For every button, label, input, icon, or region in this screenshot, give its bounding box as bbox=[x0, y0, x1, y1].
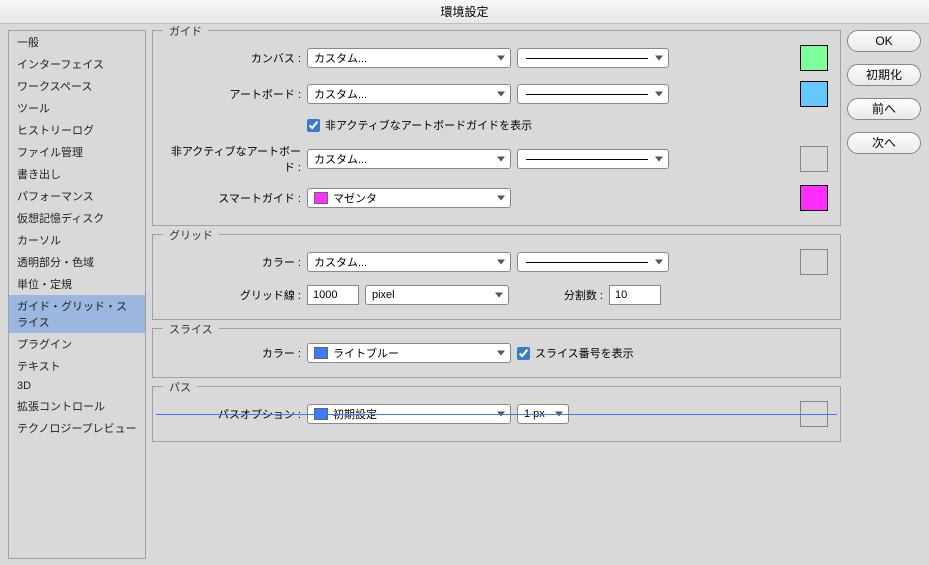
show-inactive-checkbox[interactable]: 非アクティブなアートボードガイドを表示 bbox=[307, 117, 532, 133]
canvas-label: カンバス : bbox=[165, 50, 301, 66]
artboard-label: アートボード : bbox=[165, 86, 301, 102]
slice-group: スライス カラー : ライトブルー スライス番号を表示 bbox=[152, 328, 841, 378]
artboard-style-select[interactable] bbox=[517, 84, 669, 104]
inactive-style-select[interactable] bbox=[517, 149, 669, 169]
guides-group: ガイド カンバス : カスタム... アートボード : カスタム... 非アクテ… bbox=[152, 30, 841, 226]
grid-color-select[interactable]: カスタム... bbox=[307, 252, 511, 272]
sidebar-item[interactable]: 3D bbox=[9, 377, 145, 395]
inactive-artboard-select[interactable]: カスタム... bbox=[307, 149, 511, 169]
sidebar-item[interactable]: インターフェイス bbox=[9, 53, 145, 75]
guides-legend: ガイド bbox=[163, 24, 208, 39]
path-swatch[interactable] bbox=[800, 401, 828, 427]
gridline-label: グリッド線 : bbox=[165, 287, 301, 303]
sidebar-item[interactable]: ファイル管理 bbox=[9, 141, 145, 163]
main-panel: ガイド カンバス : カスタム... アートボード : カスタム... 非アクテ… bbox=[150, 24, 845, 565]
smart-guide-label: スマートガイド : bbox=[165, 190, 301, 206]
gridline-input[interactable] bbox=[307, 285, 359, 305]
subdivision-input[interactable] bbox=[609, 285, 661, 305]
canvas-swatch[interactable] bbox=[800, 45, 828, 71]
inactive-swatch[interactable] bbox=[800, 146, 828, 172]
sidebar-item[interactable]: カーソル bbox=[9, 229, 145, 251]
sidebar-item[interactable]: パフォーマンス bbox=[9, 185, 145, 207]
canvas-select[interactable]: カスタム... bbox=[307, 48, 511, 68]
gridline-unit-select[interactable]: pixel bbox=[365, 285, 509, 305]
sidebar-item[interactable]: ガイド・グリッド・スライス bbox=[9, 295, 145, 333]
canvas-style-select[interactable] bbox=[517, 48, 669, 68]
sidebar-item[interactable]: プラグイン bbox=[9, 333, 145, 355]
sidebar-item[interactable]: ワークスペース bbox=[9, 75, 145, 97]
sidebar-item[interactable]: テクノロジープレビュー bbox=[9, 417, 145, 439]
dialog-buttons: OK 初期化 前へ 次へ bbox=[845, 24, 929, 565]
grid-color-label: カラー : bbox=[165, 254, 301, 270]
sidebar-item[interactable]: テキスト bbox=[9, 355, 145, 377]
grid-legend: グリッド bbox=[163, 227, 219, 243]
sidebar-item[interactable]: ヒストリーログ bbox=[9, 119, 145, 141]
smart-guide-select[interactable]: マゼンタ bbox=[307, 188, 511, 208]
sidebar-item[interactable]: 透明部分・色域 bbox=[9, 251, 145, 273]
smart-guide-swatch[interactable] bbox=[800, 185, 828, 211]
title-bar: 環境設定 bbox=[0, 0, 929, 24]
sidebar-item[interactable]: 仮想記憶ディスク bbox=[9, 207, 145, 229]
path-legend: パス bbox=[163, 379, 197, 395]
sidebar-item[interactable]: 単位・定規 bbox=[9, 273, 145, 295]
ok-button[interactable]: OK bbox=[847, 30, 921, 52]
show-slice-number-checkbox[interactable]: スライス番号を表示 bbox=[517, 345, 634, 361]
slice-color-select[interactable]: ライトブルー bbox=[307, 343, 511, 363]
grid-swatch[interactable] bbox=[800, 249, 828, 275]
slice-color-label: カラー : bbox=[165, 345, 301, 361]
category-sidebar: 一般インターフェイスワークスペースツールヒストリーログファイル管理書き出しパフォ… bbox=[8, 30, 146, 559]
prev-button[interactable]: 前へ bbox=[847, 98, 921, 120]
next-button[interactable]: 次へ bbox=[847, 132, 921, 154]
grid-group: グリッド カラー : カスタム... グリッド線 : pixel 分割数 : bbox=[152, 234, 841, 320]
inactive-artboard-label: 非アクティブなアートボード : bbox=[165, 143, 301, 175]
artboard-select[interactable]: カスタム... bbox=[307, 84, 511, 104]
reset-button[interactable]: 初期化 bbox=[847, 64, 921, 86]
subdivision-label: 分割数 : bbox=[515, 287, 603, 303]
slice-legend: スライス bbox=[163, 321, 219, 337]
path-group: パス パスオプション : 初期設定 1 px bbox=[152, 386, 841, 442]
grid-style-select[interactable] bbox=[517, 252, 669, 272]
sidebar-item[interactable]: 拡張コントロール bbox=[9, 395, 145, 417]
sidebar-item[interactable]: ツール bbox=[9, 97, 145, 119]
sidebar-item[interactable]: 一般 bbox=[9, 31, 145, 53]
sidebar-item[interactable]: 書き出し bbox=[9, 163, 145, 185]
artboard-swatch[interactable] bbox=[800, 81, 828, 107]
